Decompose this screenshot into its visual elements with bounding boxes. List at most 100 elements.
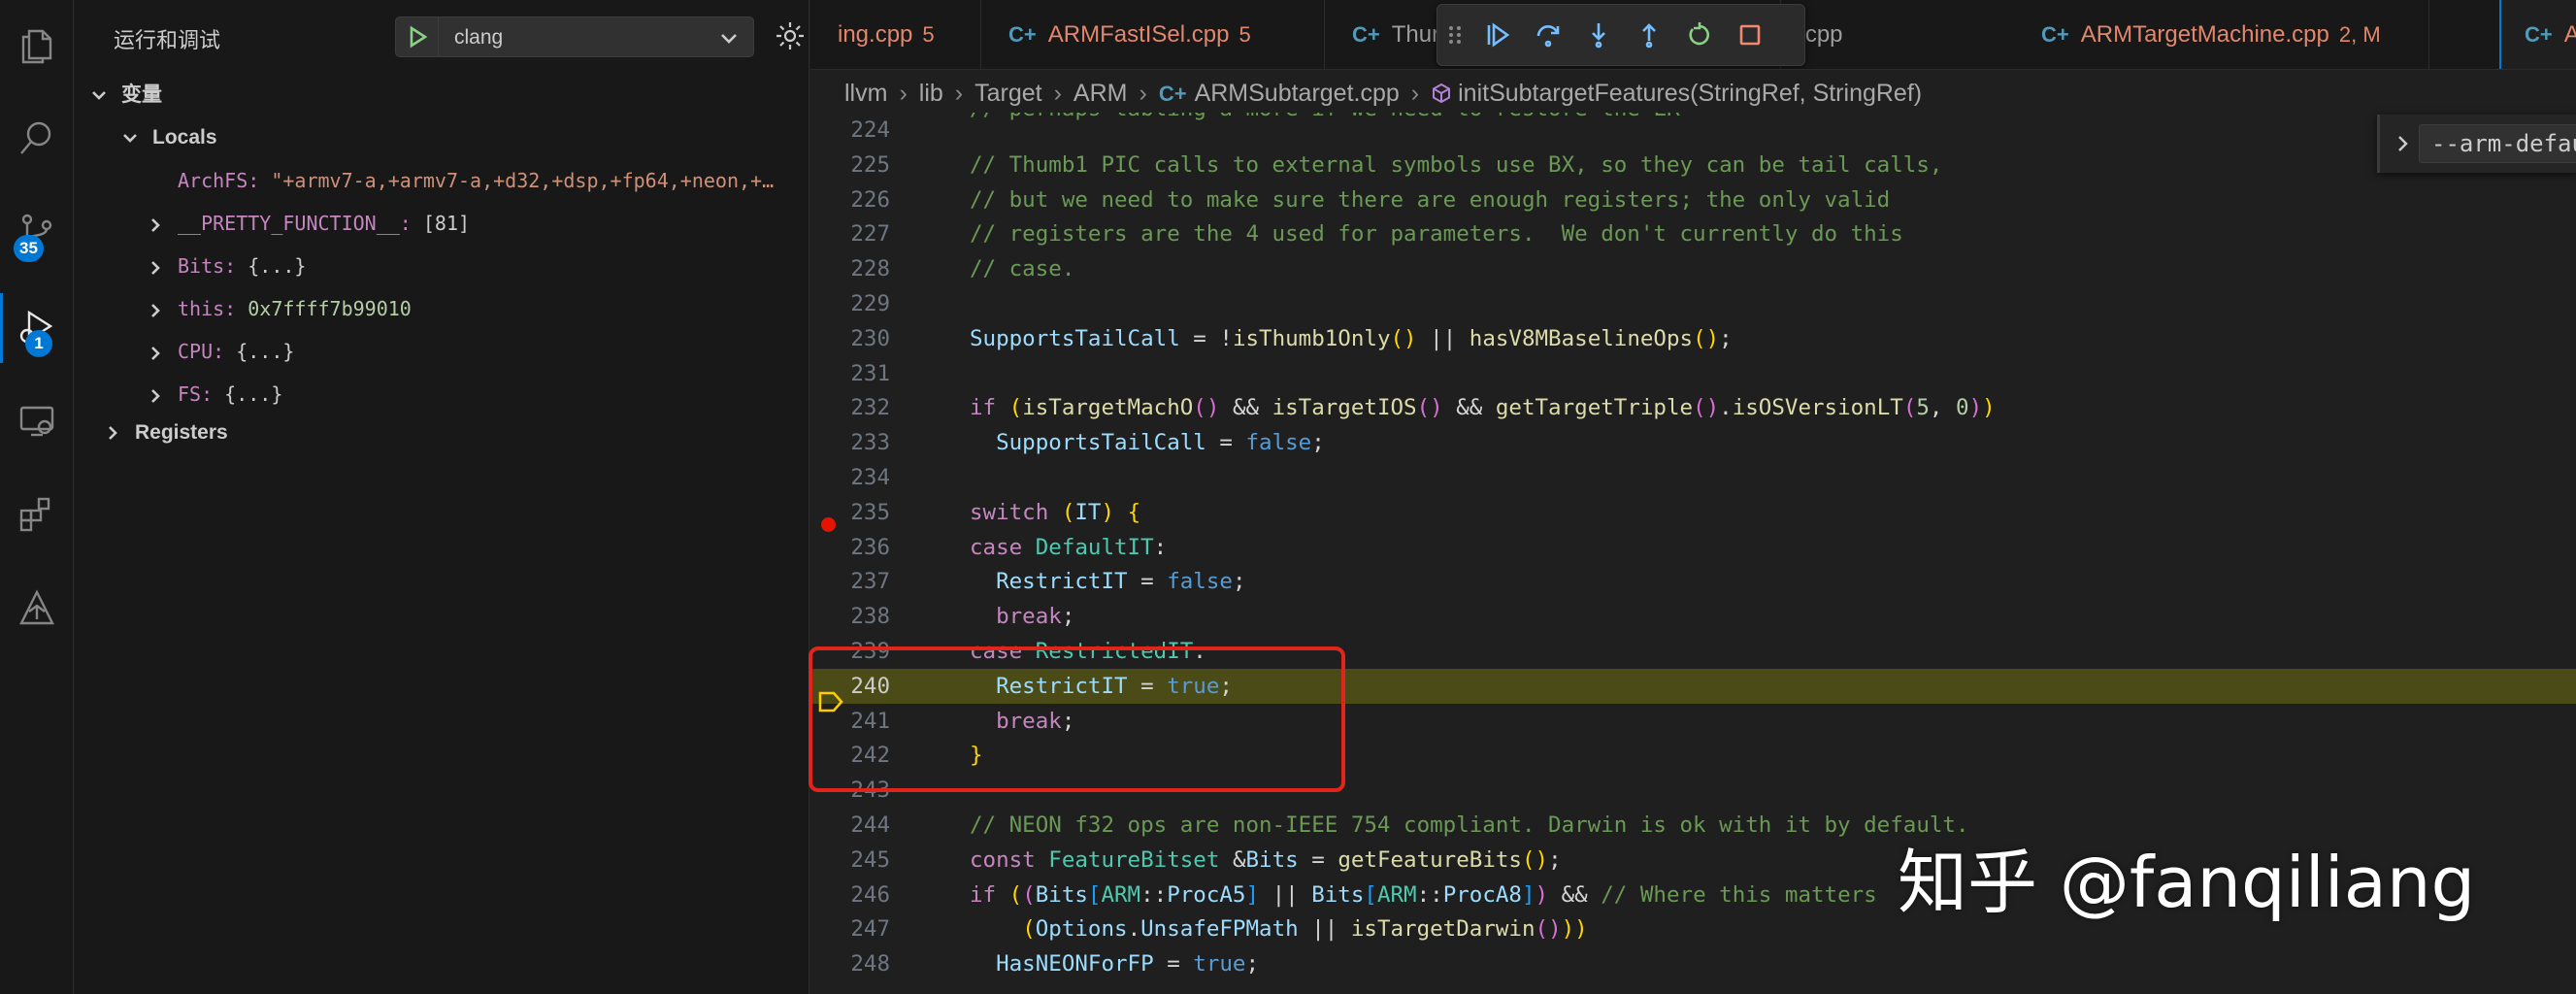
variable-name: CPU:: [178, 340, 225, 363]
breadcrumb-item[interactable]: ARMSubtarget.cpp: [1195, 80, 1400, 107]
chevron-right-icon: [151, 346, 160, 360]
line-number[interactable]: 232: [810, 390, 890, 425]
variable-name: FS:: [178, 382, 214, 406]
continue-icon: [1487, 22, 1510, 48]
stop-icon: [1739, 24, 1761, 46]
accounts-deploy-icon: [16, 586, 58, 634]
line-number[interactable]: 245: [810, 843, 890, 878]
variable-row[interactable]: CPU: {...}: [147, 330, 294, 373]
search-button[interactable]: [0, 97, 74, 182]
line-number[interactable]: 234: [810, 460, 890, 495]
tab-label: ing.cpp: [838, 21, 913, 48]
variables-label: 变量: [121, 83, 162, 106]
deploy-button[interactable]: [0, 567, 74, 652]
code-text: // registers are the 4 used for paramete…: [970, 221, 1903, 248]
variable-name: __PRETTY_FUNCTION__:: [178, 212, 412, 235]
variable-row[interactable]: __PRETTY_FUNCTION__: [81]: [147, 202, 470, 245]
line-number[interactable]: 225: [810, 148, 890, 182]
code-line: 225 // Thumb1 PIC calls to external symbo…: [810, 148, 2576, 182]
breadcrumb-item[interactable]: Target: [974, 80, 1041, 107]
gear-icon[interactable]: [774, 19, 807, 52]
code-text: const FeatureBitset &Bits = getFeatureBi…: [970, 846, 1562, 873]
line-number[interactable]: 248: [810, 946, 890, 981]
code-text: // case.: [970, 256, 1075, 282]
tab-item-active[interactable]: C+ A: [2499, 0, 2576, 69]
variable-name: this:: [178, 297, 237, 320]
variable-row[interactable]: ArchFS: "+armv7-a,+armv7-a,+d32,+dsp,+fp…: [147, 159, 774, 202]
code-line: 227 // registers are the 4 used for param…: [810, 216, 2576, 251]
line-number[interactable]: 244: [810, 808, 890, 843]
chevron-right-icon: [151, 303, 160, 317]
breadcrumb-item[interactable]: ARM: [1073, 80, 1128, 107]
tab-item[interactable]: ing.cpp 5: [810, 0, 981, 69]
code-line: 230 SupportsTailCall = !isThumb1Only() ||…: [810, 321, 2576, 356]
variable-row[interactable]: this: 0x7ffff7b99010: [147, 287, 412, 330]
chevron-down-icon: [721, 34, 737, 44]
code-text: if (isTargetMachO() && isTargetIOS() && …: [970, 395, 1996, 421]
find-input[interactable]: --arm-defau: [2419, 124, 2576, 163]
chevron-right-icon[interactable]: [2394, 134, 2413, 153]
code-text: SupportsTailCall = false;: [996, 430, 1325, 456]
code-line: 232 if (isTargetMachO() && isTargetIOS() …: [810, 390, 2576, 425]
activity-bar: 35 1: [0, 0, 74, 994]
breadcrumb-item[interactable]: initSubtargetFeatures(StringRef, StringR…: [1458, 80, 1922, 107]
variable-row[interactable]: FS: {...}: [147, 373, 282, 415]
run-debug-button[interactable]: 1: [0, 285, 74, 371]
locals-scope[interactable]: Locals: [121, 116, 217, 159]
line-number[interactable]: 246: [810, 878, 890, 912]
variable-value: {...}: [236, 340, 295, 363]
line-number[interactable]: 229: [810, 286, 890, 321]
run-debug-badge: 1: [25, 330, 52, 357]
remote-explorer-button[interactable]: [0, 381, 74, 466]
stop-button[interactable]: [1725, 10, 1775, 60]
cpp-file-icon: C+: [1158, 82, 1187, 106]
chevron-right-icon: [109, 426, 117, 441]
line-number[interactable]: 237: [810, 564, 890, 599]
source-control-button[interactable]: 35: [0, 190, 74, 276]
tab-problem-count: 5: [1238, 22, 1251, 47]
explorer-button[interactable]: [0, 6, 74, 91]
search-icon: [16, 116, 58, 164]
source-control-badge: 35: [14, 235, 44, 262]
step-into-button[interactable]: [1573, 10, 1624, 60]
breadcrumb: llvm › lib › Target › ARM › C+ ARMSubtarget.cpp › i…: [844, 74, 1922, 113]
code-text: (Options.UnsafeFPMath || isTargetDarwin(…: [1022, 916, 1588, 943]
variable-value: 0x7ffff7b99010: [248, 297, 412, 320]
tab-item[interactable]: C+ ARMTargetMachine.cpp 2, M: [2014, 0, 2429, 69]
drag-handle[interactable]: [1437, 10, 1472, 60]
start-debugging-button[interactable]: [396, 17, 439, 56]
continue-button[interactable]: [1472, 10, 1523, 60]
cpp-file-icon: C+: [1352, 22, 1380, 47]
tab-item[interactable]: C+ ARMFastISel.cpp 5: [981, 0, 1325, 69]
line-number[interactable]: 236: [810, 530, 890, 565]
watermark: 知乎 @fanqiliang: [1898, 842, 2476, 923]
step-out-button[interactable]: [1624, 10, 1674, 60]
step-into-icon: [1592, 23, 1605, 49]
step-over-button[interactable]: [1523, 10, 1573, 60]
code-line: 235 switch (IT) {: [810, 495, 2576, 530]
launch-config-select[interactable]: clang: [395, 17, 754, 57]
line-number[interactable]: 238: [810, 599, 890, 634]
line-number[interactable]: 226: [810, 182, 890, 217]
registers-scope[interactable]: Registers: [104, 412, 228, 454]
breakpoint-marker[interactable]: [821, 517, 836, 532]
line-number[interactable]: 247: [810, 911, 890, 946]
line-number[interactable]: 224: [810, 113, 890, 148]
breadcrumb-item[interactable]: lib: [919, 80, 943, 107]
editor-tabs: ing.cpp5 C+ARMFastISel.cpp5 C+Thur MipsO…: [810, 0, 2576, 70]
restart-button[interactable]: [1674, 10, 1725, 60]
breadcrumb-item[interactable]: llvm: [844, 80, 887, 107]
line-number[interactable]: 227: [810, 216, 890, 251]
variable-row[interactable]: Bits: {...}: [147, 245, 306, 287]
line-number[interactable]: 230: [810, 321, 890, 356]
chevron-right-icon: [151, 388, 160, 403]
code-line: 226 // but we need to make sure there are…: [810, 182, 2576, 217]
code-text: switch (IT) {: [970, 499, 1141, 525]
line-number[interactable]: 233: [810, 425, 890, 460]
line-number[interactable]: 231: [810, 356, 890, 391]
code-line: 228 // case.: [810, 251, 2576, 286]
line-number[interactable]: 228: [810, 251, 890, 286]
code-text: // NEON f32 ops are non-IEEE 754 complia…: [970, 812, 1969, 838]
extensions-button[interactable]: [0, 474, 74, 559]
variables-section-header[interactable]: 变量: [90, 74, 162, 116]
